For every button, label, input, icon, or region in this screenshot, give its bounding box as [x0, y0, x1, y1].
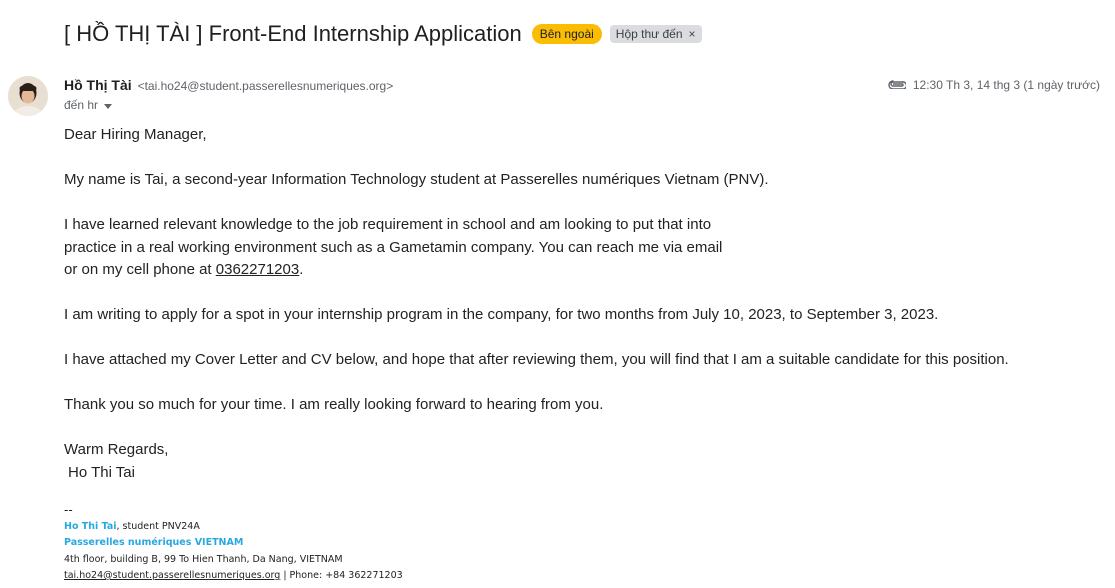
email-subject: [ HỒ THỊ TÀI ] Front-End Internship Appl… [64, 21, 522, 46]
signature-name-line: Ho Thi Tai, student PNV24A [64, 519, 403, 536]
sender-info: Hồ Thị Tài <tai.ho24@student.passerelles… [64, 77, 393, 93]
email-body: Dear Hiring Manager, My name is Tai, a s… [64, 124, 1009, 484]
sender-avatar[interactable] [8, 76, 48, 116]
external-label-badge[interactable]: Bên ngoài [531, 24, 602, 44]
signature-address: 4th floor, building B, 99 To Hien Thanh,… [64, 553, 343, 565]
phone-link[interactable]: 0362271203 [216, 261, 299, 278]
recipient-label: đến hr [64, 98, 99, 112]
attachment-icon [888, 78, 908, 92]
recipient-details-toggle[interactable]: đến hr [64, 98, 113, 112]
signature-name: Ho Thi Tai [64, 520, 117, 532]
signature-role: , student PNV24A [116, 520, 200, 532]
signature-email-link[interactable]: tai.ho24@student.passerellesnumeriques.o… [64, 570, 280, 581]
greeting: Dear Hiring Manager, [64, 126, 207, 143]
inbox-label-badge[interactable]: Hộp thư đến × [609, 25, 702, 43]
sender-email: <tai.ho24@student.passerellesnumeriques.… [137, 79, 394, 93]
closing: Warm Regards, [64, 441, 169, 458]
signature-phone: | Phone: +84 362271203 [280, 570, 403, 581]
email-meta: 12:30 Th 3, 14 thg 3 (1 ngày trước) [888, 78, 1100, 92]
paragraph-line: I have learned relevant knowledge to the… [64, 216, 712, 233]
phone-suffix: . [299, 261, 304, 278]
signature-separator: -- [64, 503, 73, 517]
thanks-paragraph: Thank you so much for your time. I am re… [64, 396, 604, 413]
signature-org: Passerelles numériques VIETNAM [64, 537, 244, 548]
chevron-down-icon[interactable] [104, 103, 113, 109]
paragraph-line: practice in a real working environment s… [64, 238, 723, 256]
phone-prefix: or on my cell phone at [64, 261, 216, 278]
email-timestamp: 12:30 Th 3, 14 thg 3 (1 ngày trước) [912, 78, 1100, 92]
inbox-label-text: Hộp thư đến [615, 27, 683, 41]
attachment-paragraph: I have attached my Cover Letter and CV b… [64, 351, 1009, 368]
signature-contact: tai.ho24@student.passerellesnumeriques.o… [64, 568, 403, 585]
signoff-name: Ho Thi Tai [68, 463, 135, 481]
remove-label-icon[interactable]: × [689, 27, 696, 41]
email-signature: -- Ho Thi Tai, student PNV24A Passerelle… [64, 502, 403, 585]
application-paragraph: I am writing to apply for a spot in your… [64, 306, 939, 323]
email-header: [ HỒ THỊ TÀI ] Front-End Internship Appl… [64, 19, 702, 49]
sender-name[interactable]: Hồ Thị Tài [64, 77, 132, 93]
intro-paragraph: My name is Tai, a second-year Informatio… [64, 171, 769, 188]
paragraph-line: or on my cell phone at 0362271203. [64, 259, 1009, 282]
